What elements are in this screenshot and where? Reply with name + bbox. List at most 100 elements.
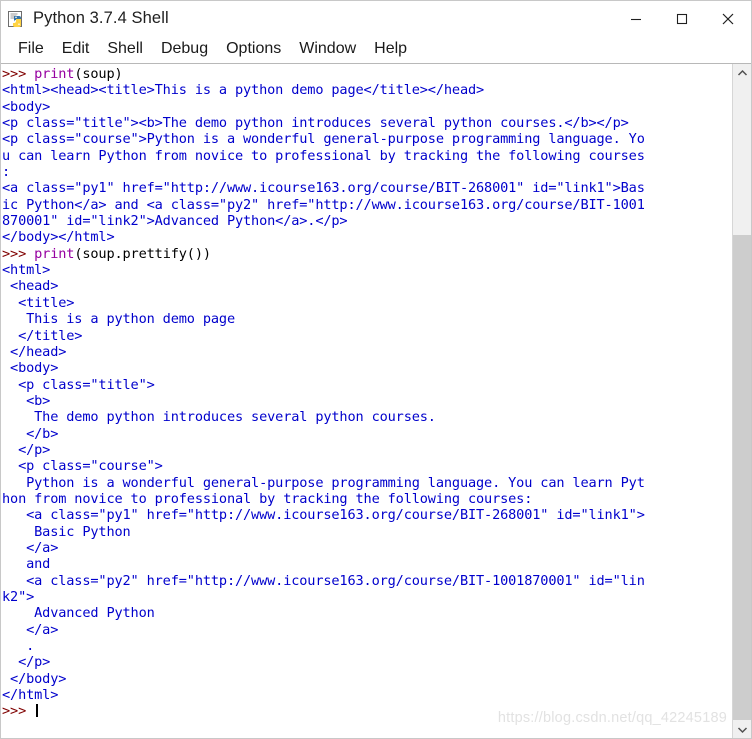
- shell-output-text-line: </b>: [2, 425, 59, 442]
- shell-output-line: </title>: [2, 328, 732, 344]
- window-controls: [613, 1, 751, 36]
- menu-item-file[interactable]: File: [9, 38, 53, 61]
- shell-output-text-line: <p class="title">: [2, 376, 155, 393]
- shell-output-text-line: This is a python demo page: [2, 311, 235, 328]
- shell-output-text-line: u can learn Python from novice to profes…: [2, 147, 645, 164]
- shell-output-text-line: <b>: [2, 392, 51, 409]
- menu-item-help[interactable]: Help: [365, 38, 416, 61]
- shell-output-text-line: <a class="py2" href="http://www.icourse1…: [2, 572, 645, 589]
- menu-item-window[interactable]: Window: [290, 38, 365, 61]
- shell-output-text-line: </p>: [2, 654, 51, 671]
- shell-output-line: <head>: [2, 278, 732, 294]
- shell-output-line: hon from novice to professional by track…: [2, 491, 732, 507]
- shell-output-line: <p class="course">Python is a wonderful …: [2, 131, 732, 147]
- shell-keyword: print: [34, 245, 75, 262]
- shell-output-line: <a class="py1" href="http://www.icourse1…: [2, 180, 732, 196]
- menu-item-edit[interactable]: Edit: [53, 38, 99, 61]
- shell-output-line: <b>: [2, 393, 732, 409]
- shell-output-line: k2">: [2, 589, 732, 605]
- shell-output-line: <html>: [2, 262, 732, 278]
- shell-output-line: </a>: [2, 540, 732, 556]
- shell-output-text-line: <p class="course">: [2, 458, 163, 475]
- close-button[interactable]: [705, 1, 751, 36]
- vertical-scrollbar[interactable]: [732, 64, 751, 738]
- shell-output-line: 870001" id="link2">Advanced Python</a>.<…: [2, 213, 732, 229]
- shell-prompt: >>>: [2, 245, 35, 262]
- shell-output-text-line: </html>: [2, 687, 59, 704]
- text-caret: [36, 704, 39, 718]
- window-title: Python 3.7.4 Shell: [33, 9, 169, 27]
- shell-output-text-line: 870001" id="link2">Advanced Python</a>.<…: [2, 213, 348, 230]
- shell-output-text-line: </body>: [2, 670, 67, 687]
- shell-output-text-line: <html><head><title>This is a python demo…: [2, 82, 485, 99]
- shell-output-text-line: k2">: [2, 589, 35, 605]
- shell-output-line: This is a python demo page: [2, 311, 732, 327]
- shell-output-line: </p>: [2, 654, 732, 670]
- shell-output-line: ic Python</a> and <a class="py2" href="h…: [2, 197, 732, 213]
- shell-input-line: >>>: [2, 703, 732, 719]
- maximize-button[interactable]: [659, 1, 705, 36]
- shell-output-text-line: <p class="course">Python is a wonderful …: [2, 131, 645, 148]
- shell-output-text-line: <p class="title"><b>The demo python intr…: [2, 115, 629, 132]
- shell-output-text-line: <body>: [2, 360, 59, 377]
- shell-output-text-line: Python is a wonderful general-purpose pr…: [2, 474, 645, 491]
- shell-output-text-line: hon from novice to professional by track…: [2, 490, 533, 507]
- menu-item-debug[interactable]: Debug: [152, 38, 217, 61]
- shell-output-line: and: [2, 556, 732, 572]
- shell-output-line: </body>: [2, 671, 732, 687]
- shell-output-line: <p class="course">: [2, 458, 732, 474]
- shell-text-pane[interactable]: >>> print(soup) <html><head><title>This i…: [1, 64, 732, 738]
- scrollbar-track[interactable]: [733, 82, 751, 720]
- shell-output-text[interactable]: >>> print(soup) <html><head><title>This i…: [2, 66, 732, 720]
- shell-output-text-line: <head>: [2, 278, 59, 295]
- shell-output-line: </body></html>: [2, 229, 732, 245]
- shell-output-line: Basic Python: [2, 524, 732, 540]
- shell-output-text-line: </body></html>: [2, 229, 115, 246]
- menu-item-shell[interactable]: Shell: [98, 38, 152, 61]
- shell-code-text: (soup): [74, 66, 123, 82]
- python-idle-icon: [8, 10, 26, 28]
- shell-output-line: .: [2, 638, 732, 654]
- shell-output-line: </p>: [2, 442, 732, 458]
- shell-output-line: <title>: [2, 295, 732, 311]
- shell-output-text-line: Basic Python: [2, 523, 131, 540]
- menu-item-options[interactable]: Options: [217, 38, 290, 61]
- shell-output-line: Python is a wonderful general-purpose pr…: [2, 475, 732, 491]
- shell-input-line: >>> print(soup): [2, 66, 732, 82]
- shell-prompt: >>>: [2, 66, 35, 82]
- scroll-up-arrow-icon[interactable]: [733, 64, 751, 82]
- shell-output-line: </html>: [2, 687, 732, 703]
- shell-output-text-line: <a class="py1" href="http://www.icourse1…: [2, 180, 645, 197]
- shell-output-line: Advanced Python: [2, 605, 732, 621]
- title-bar: Python 3.7.4 Shell: [1, 1, 751, 36]
- minimize-button[interactable]: [613, 1, 659, 36]
- shell-output-line: <body>: [2, 99, 732, 115]
- shell-output-line: <p class="title">: [2, 377, 732, 393]
- idle-shell-window: Python 3.7.4 Shell File Edit Shell Debug…: [0, 0, 752, 739]
- shell-output-line: The demo python introduces several pytho…: [2, 409, 732, 425]
- shell-keyword: print: [34, 66, 75, 82]
- shell-output-line: </b>: [2, 426, 732, 442]
- scroll-down-arrow-icon[interactable]: [733, 720, 751, 738]
- menu-bar: File Edit Shell Debug Options Window Hel…: [1, 36, 751, 64]
- shell-output-text-line: The demo python introduces several pytho…: [2, 409, 436, 426]
- shell-output-text-line: <a class="py1" href="http://www.icourse1…: [2, 507, 645, 524]
- scrollbar-thumb[interactable]: [733, 235, 751, 720]
- shell-output-text-line: ic Python</a> and <a class="py2" href="h…: [2, 196, 645, 213]
- shell-output-line: <body>: [2, 360, 732, 376]
- shell-input-line: >>> print(soup.prettify()): [2, 246, 732, 262]
- shell-output-text-line: <title>: [2, 294, 75, 311]
- shell-output-line: :: [2, 164, 732, 180]
- shell-area: >>> print(soup) <html><head><title>This i…: [1, 64, 751, 738]
- shell-output-text-line: <body>: [2, 98, 51, 115]
- shell-output-line: </a>: [2, 622, 732, 638]
- shell-output-text-line: </title>: [2, 327, 83, 344]
- shell-output-text-line: <html>: [2, 262, 51, 279]
- shell-output-text-line: .: [2, 638, 35, 655]
- shell-output-line: <a class="py2" href="http://www.icourse1…: [2, 573, 732, 589]
- shell-output-line: u can learn Python from novice to profes…: [2, 148, 732, 164]
- shell-output-text-line: and: [2, 556, 51, 573]
- shell-output-line: <a class="py1" href="http://www.icourse1…: [2, 507, 732, 523]
- shell-output-text-line: </a>: [2, 621, 59, 638]
- shell-output-line: <p class="title"><b>The demo python intr…: [2, 115, 732, 131]
